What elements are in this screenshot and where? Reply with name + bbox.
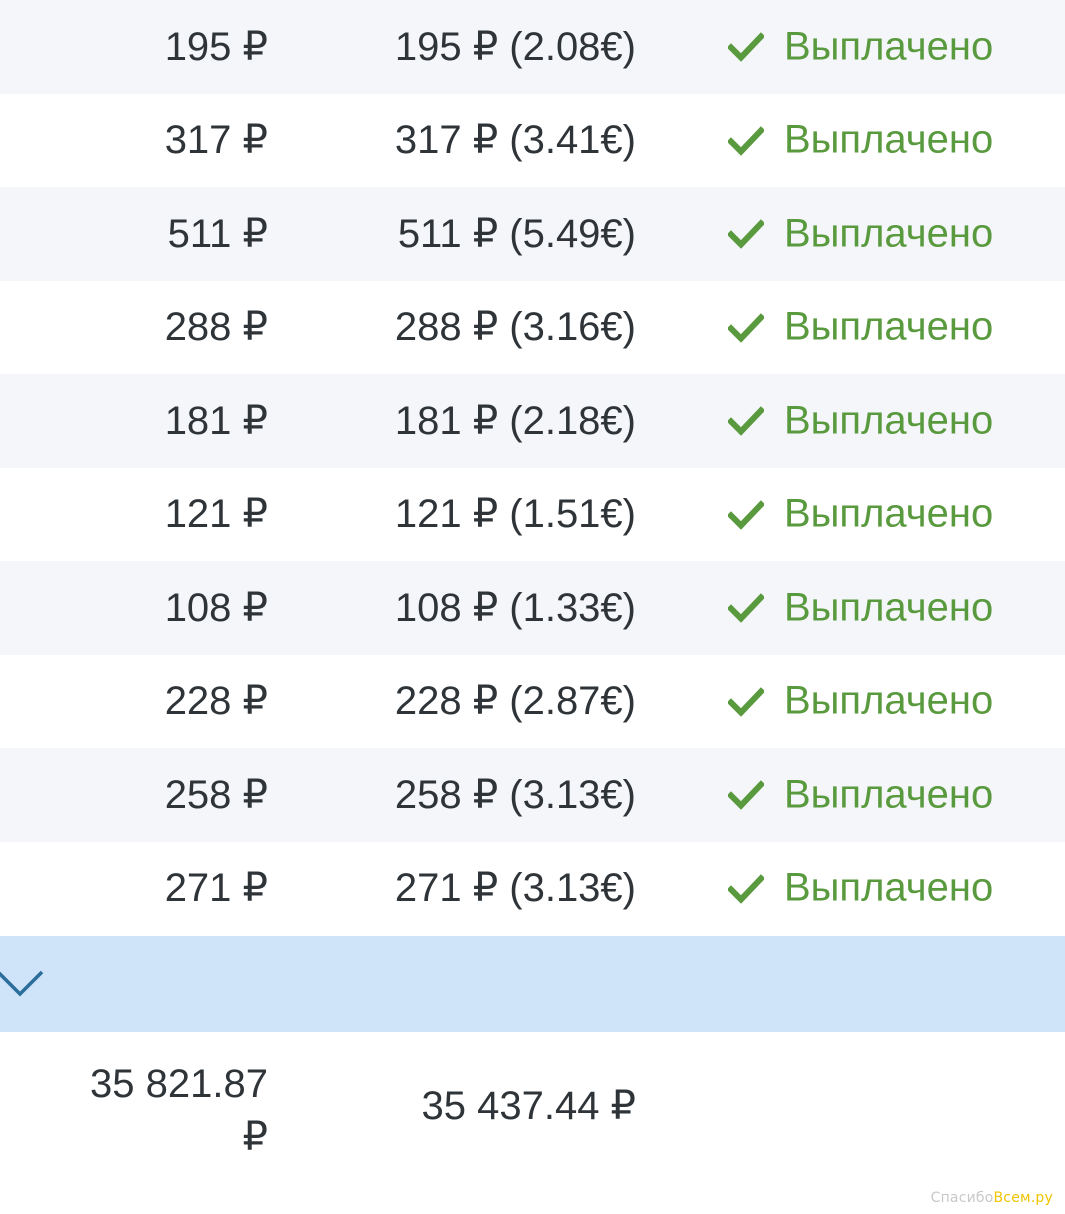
row-paid-amount: 121 ₽ (1.51€) [394,492,636,537]
row-paid-amount: 511 ₽ (5.49€) [397,211,636,256]
payouts-table: 195 ₽ 195 ₽ (2.08€) Выплачено 317 ₽ 317 … [0,0,1065,935]
status-label: Выплачено [784,585,994,630]
status-label: Выплачено [784,678,994,723]
row-amount: 195 ₽ [164,24,268,69]
table-row: 511 ₽ 511 ₽ (5.49€) Выплачено [0,187,1065,281]
total-paid-amount: 35 437.44 ₽ [421,1084,636,1128]
status-label: Выплачено [784,772,994,817]
status-badge: Выплачено [728,24,993,69]
watermark-logo: СпасибоВсем.ру [931,1190,1053,1206]
table-row: 288 ₽ 288 ₽ (3.16€) Выплачено [0,280,1065,374]
check-icon [728,500,764,530]
check-icon [728,406,764,436]
status-label: Выплачено [784,117,994,162]
status-badge: Выплачено [728,118,993,163]
status-label: Выплачено [784,24,994,69]
row-paid-amount: 271 ₽ (3.13€) [394,866,636,911]
status-label: Выплачено [784,211,994,256]
status-badge: Выплачено [728,211,993,256]
check-icon [728,687,764,717]
row-amount: 108 ₽ [164,585,268,630]
row-amount: 181 ₽ [164,398,268,443]
row-amount: 228 ₽ [164,679,268,724]
status-badge: Выплачено [728,305,993,350]
table-row: 258 ₽ 258 ₽ (3.13€) Выплачено [0,748,1065,842]
status-badge: Выплачено [728,772,993,817]
row-amount: 288 ₽ [164,305,268,350]
check-icon [728,126,764,156]
check-icon [728,593,764,623]
watermark-text: Спасибо [930,1190,994,1206]
status-badge: Выплачено [728,866,993,911]
table-row: 271 ₽ 271 ₽ (3.13€) Выплачено [0,841,1065,935]
row-paid-amount: 181 ₽ (2.18€) [394,398,636,443]
watermark-accent-text: Всем.ру [993,1190,1053,1206]
status-badge: Выплачено [728,585,993,630]
chevron-down-icon[interactable] [0,964,46,1004]
table-row: 181 ₽ 181 ₽ (2.18€) Выплачено [0,374,1065,468]
status-badge: Выплачено [728,679,993,724]
check-icon [728,780,764,810]
row-amount: 511 ₽ [167,211,268,256]
status-badge: Выплачено [728,492,993,537]
table-row: 108 ₽ 108 ₽ (1.33€) Выплачено [0,561,1065,655]
check-icon [728,32,764,62]
status-label: Выплачено [784,491,994,536]
total-amount: 35 821.87 ₽ [90,1062,268,1159]
row-paid-amount: 288 ₽ (3.16€) [394,305,636,350]
row-paid-amount: 317 ₽ (3.41€) [394,118,636,163]
check-icon [728,313,764,343]
row-amount: 121 ₽ [164,492,268,537]
check-icon [728,219,764,249]
row-paid-amount: 228 ₽ (2.87€) [394,679,636,724]
status-label: Выплачено [784,865,994,910]
row-amount: 317 ₽ [164,118,268,163]
table-row: 228 ₽ 228 ₽ (2.87€) Выплачено [0,654,1065,748]
table-row: 195 ₽ 195 ₽ (2.08€) Выплачено [0,0,1065,94]
row-paid-amount: 258 ₽ (3.13€) [394,772,636,817]
totals-row: 35 821.87 ₽ 35 437.44 ₽ СпасибоВсем.ру [0,1032,1065,1214]
status-badge: Выплачено [728,398,993,443]
status-label: Выплачено [784,398,994,443]
row-paid-amount: 108 ₽ (1.33€) [394,585,636,630]
expand-more-bar[interactable] [0,936,1065,1032]
row-amount: 258 ₽ [164,772,268,817]
status-label: Выплачено [784,304,994,349]
table-row: 121 ₽ 121 ₽ (1.51€) Выплачено [0,467,1065,561]
check-icon [728,874,764,904]
row-paid-amount: 195 ₽ (2.08€) [394,24,636,69]
row-amount: 271 ₽ [164,866,268,911]
table-row: 317 ₽ 317 ₽ (3.41€) Выплачено [0,93,1065,187]
